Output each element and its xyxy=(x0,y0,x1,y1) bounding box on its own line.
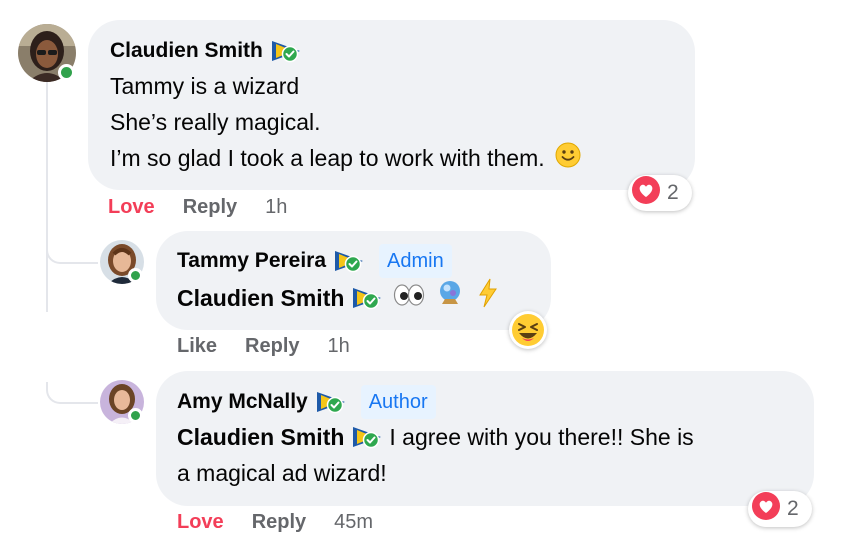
comment-actions: Like Reply 1h xyxy=(177,335,350,358)
thread-connector-line xyxy=(46,82,48,312)
comment-timestamp[interactable]: 1h xyxy=(265,196,287,219)
comment-line-text: I’m so glad I took a leap to work with t… xyxy=(110,145,545,171)
reply-button[interactable]: Reply xyxy=(245,335,299,358)
like-button[interactable]: Like xyxy=(177,335,217,358)
reaction-count: 2 xyxy=(667,181,679,204)
reaction-summary[interactable]: 2 xyxy=(748,491,812,527)
avatar-claudien-smith[interactable] xyxy=(18,24,76,82)
comment-line: Claudien Smith I agree with you there!! … xyxy=(177,419,794,455)
reaction-summary[interactable]: 2 xyxy=(628,175,692,211)
verified-badge-icon xyxy=(270,38,302,64)
reaction-summary[interactable] xyxy=(509,311,547,349)
mention-link[interactable]: Claudien Smith xyxy=(177,419,344,455)
mention-link[interactable]: Claudien Smith xyxy=(177,280,344,316)
comment-author-name[interactable]: Amy McNally xyxy=(177,390,308,414)
author-badge: Author xyxy=(360,385,436,419)
laughing-face-icon xyxy=(512,314,544,346)
lightning-icon xyxy=(477,278,499,318)
reply-button[interactable]: Reply xyxy=(252,511,306,534)
avatar-tammy-pereira[interactable] xyxy=(100,240,144,284)
comment-bubble: Tammy Pereira Admin Claudien Smith xyxy=(156,231,551,330)
smiling-face-icon xyxy=(555,142,581,178)
comment-author-name[interactable]: Claudien Smith xyxy=(110,39,263,63)
comment-text: Claudien Smith I agree with you there!! … xyxy=(177,419,794,491)
verified-badge-icon xyxy=(315,389,347,415)
comment-text: Claudien Smith xyxy=(177,278,531,318)
reply-connector-line xyxy=(46,242,98,264)
comment-timestamp[interactable]: 1h xyxy=(328,335,350,358)
verified-badge-icon xyxy=(351,285,383,311)
eyes-icon xyxy=(393,280,425,316)
verified-badge-icon xyxy=(333,248,365,274)
comment-bubble: Amy McNally Author Claudien Smith I agre… xyxy=(156,371,814,506)
heart-reaction-icon xyxy=(751,491,781,527)
online-status-dot xyxy=(128,268,143,283)
crystal-ball-icon xyxy=(437,279,463,317)
comment-timestamp[interactable]: 45m xyxy=(334,511,373,534)
comment-actions: Love Reply 45m xyxy=(177,511,373,534)
heart-reaction-icon xyxy=(631,175,661,211)
comment-line: She’s really magical. xyxy=(110,109,321,135)
reaction-count: 2 xyxy=(787,497,799,520)
verified-badge-icon xyxy=(351,424,383,450)
admin-badge: Admin xyxy=(379,244,452,278)
comment-bubble: Claudien Smith Tammy is a wizard She’s r… xyxy=(88,20,695,190)
comment-text: Tammy is a wizard She’s really magical. … xyxy=(110,68,673,178)
comment-actions: Love Reply 1h xyxy=(108,196,287,219)
comment-author-name[interactable]: Tammy Pereira xyxy=(177,249,326,273)
reply-connector-line xyxy=(46,382,98,404)
comment-line-text: I agree with you there!! She is xyxy=(389,424,694,450)
online-status-dot xyxy=(58,64,75,81)
online-status-dot xyxy=(128,408,143,423)
comment-line: Tammy is a wizard xyxy=(110,73,300,99)
comment-line: I’m so glad I took a leap to work with t… xyxy=(110,140,673,178)
reply-button[interactable]: Reply xyxy=(183,196,237,219)
avatar-amy-mcnally[interactable] xyxy=(100,380,144,424)
love-button[interactable]: Love xyxy=(108,196,155,219)
love-button[interactable]: Love xyxy=(177,511,224,534)
comment-line: a magical ad wizard! xyxy=(177,460,387,486)
